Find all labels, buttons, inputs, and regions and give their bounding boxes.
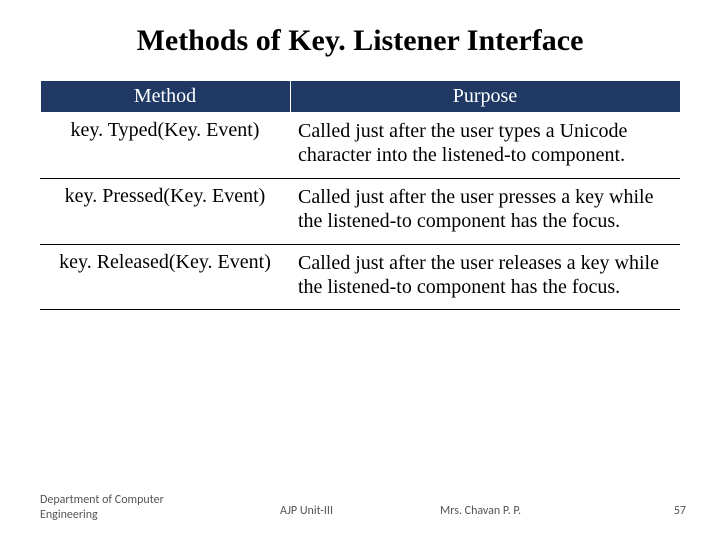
cell-method: key. Typed(Key. Event) [40, 113, 290, 179]
footer-department: Department of Computer Engineering [40, 493, 164, 522]
footer-page-number: 57 [674, 504, 686, 518]
footer-author: Mrs. Chavan P. P. [440, 504, 521, 518]
cell-method: key. Pressed(Key. Event) [40, 178, 290, 244]
header-purpose: Purpose [290, 81, 680, 113]
cell-purpose: Called just after the user presses a key… [290, 178, 680, 244]
header-method: Method [40, 81, 290, 113]
footer-dept-line2: Engineering [40, 508, 98, 522]
cell-method: key. Released(Key. Event) [40, 244, 290, 310]
table-row: key. Released(Key. Event) Called just af… [40, 244, 680, 310]
cell-purpose: Called just after the user types a Unico… [290, 113, 680, 179]
methods-table: Method Purpose key. Typed(Key. Event) Ca… [40, 80, 681, 310]
footer-unit: AJP Unit-III [280, 504, 333, 518]
table-header-row: Method Purpose [40, 81, 680, 113]
cell-purpose: Called just after the user releases a ke… [290, 244, 680, 310]
slide-title: Methods of Key. Listener Interface [0, 0, 720, 80]
table-row: key. Typed(Key. Event) Called just after… [40, 113, 680, 179]
table-row: key. Pressed(Key. Event) Called just aft… [40, 178, 680, 244]
footer-dept-line1: Department of Computer [40, 493, 164, 507]
